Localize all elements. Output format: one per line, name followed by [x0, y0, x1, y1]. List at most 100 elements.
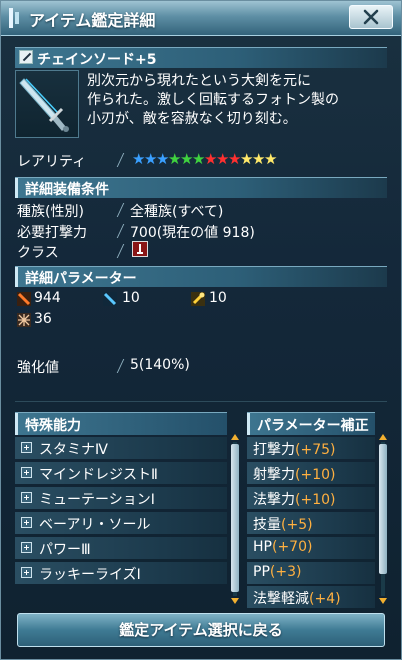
rarity-star-icon: ★: [168, 150, 182, 168]
sword-category-icon: [19, 50, 33, 64]
ability-label: マインドレジストⅡ: [39, 467, 158, 483]
rarity-star-icon: ★: [252, 150, 266, 168]
scroll-down-arrow-icon[interactable]: [379, 598, 387, 604]
window-title: アイテム鑑定詳細: [29, 11, 156, 30]
scroll-down-arrow-icon[interactable]: [231, 598, 239, 604]
scroll-thumb[interactable]: [231, 444, 239, 592]
param-bonus-item: 法撃軽減(+4): [247, 586, 375, 608]
ability-item[interactable]: ベーアリ・ソール: [15, 512, 227, 534]
ranged-attack-icon: [103, 292, 117, 306]
title-mark-icon: [9, 8, 23, 28]
striking-attack-icon: [17, 292, 31, 306]
requirements-header: 詳細装備条件: [15, 177, 387, 198]
separator-slash: [116, 224, 125, 238]
param-name: 法撃軽減: [253, 591, 309, 607]
special-abilities-panel: 特殊能力 スタミナⅣ マインドレジストⅡ ミューテーションⅠ ベーアリ・ソール …: [15, 412, 241, 606]
rarity-star-icon: ★: [132, 150, 146, 168]
scroll-up-arrow-icon[interactable]: [379, 434, 387, 440]
param-bonus-item: HP(+70): [247, 537, 375, 559]
param-bonus-item: 打撃力(+75): [247, 437, 375, 459]
param-bonus-value: (+4): [309, 591, 341, 607]
title-bar: アイテム鑑定詳細: [1, 1, 401, 36]
scroll-thumb[interactable]: [379, 444, 387, 574]
expand-plus-icon: [21, 567, 32, 578]
technique-attack-icon: [191, 292, 205, 306]
param-bonus-item: 技量(+5): [247, 512, 375, 534]
item-description: 別次元から現れたという大剣を元に 作られた。激しく回転するフォトン製の 小刃が、…: [87, 72, 387, 129]
param-name: 技量: [253, 517, 281, 533]
ability-label: パワーⅢ: [39, 542, 91, 558]
parameter-bonus-panel: パラメーター補正 打撃力(+75) 射撃力(+10) 法撃力(+10) 技量(+…: [247, 412, 387, 608]
param-bonus-item: PP(+3): [247, 562, 375, 584]
description-line: 別次元から現れたという大剣を元に: [87, 73, 311, 89]
ability-item[interactable]: スタミナⅣ: [15, 437, 227, 459]
ability-label: ミューテーションⅠ: [39, 492, 155, 508]
rarity-star-icon: ★: [144, 150, 158, 168]
param-bonus-value: (+70): [271, 539, 313, 555]
param-bonus-value: (+10): [295, 492, 336, 508]
param-bonus-value: (+5): [281, 517, 313, 533]
hunter-class-icon: [132, 241, 148, 257]
close-button[interactable]: [349, 5, 393, 29]
expand-plus-icon: [21, 517, 32, 528]
rarity-star-icon: ★: [264, 150, 278, 168]
race-value: 全種族(すべて): [130, 204, 224, 220]
rarity-star-icon: ★: [180, 150, 194, 168]
ranged-attack-value: 10: [122, 290, 140, 306]
param-name: HP: [253, 539, 272, 555]
item-name-header: チェインソード+5: [15, 47, 387, 68]
divider: [15, 401, 387, 402]
description-line: 作られた。激しく回転するフォトン製の: [87, 92, 339, 108]
expand-plus-icon: [21, 492, 32, 503]
expand-plus-icon: [21, 467, 32, 478]
close-icon: [363, 9, 379, 25]
param-name: PP: [253, 564, 270, 580]
rarity-star-icon: ★: [204, 150, 218, 168]
param-name: 打撃力: [253, 442, 295, 458]
separator-slash: [116, 359, 125, 373]
ability-item[interactable]: ラッキーライズⅠ: [15, 562, 227, 584]
param-bonus-header-label: パラメーター補正: [257, 418, 369, 434]
abilities-header: 特殊能力: [15, 412, 227, 435]
scroll-up-arrow-icon[interactable]: [231, 434, 239, 440]
item-name: チェインソード+5: [37, 52, 157, 68]
rarity-stars: ★ ★ ★ ★ ★ ★ ★ ★ ★ ★ ★ ★: [132, 150, 278, 168]
abilities-header-label: 特殊能力: [25, 418, 81, 434]
rarity-star-icon: ★: [216, 150, 230, 168]
chainsword-icon: [19, 78, 69, 132]
technique-attack-value: 10: [209, 290, 227, 306]
element-value: 36: [34, 311, 52, 327]
class-label: クラス: [17, 245, 59, 261]
rarity-star-icon: ★: [240, 150, 254, 168]
rarity-label: レアリティ: [17, 154, 87, 170]
parameters-header: 詳細パラメーター: [15, 266, 387, 287]
enhancement-value: 5(140%): [130, 357, 190, 373]
param-bonus-header: パラメーター補正: [247, 412, 375, 435]
separator-slash: [116, 244, 125, 258]
expand-plus-icon: [21, 442, 32, 453]
param-bonus-value: (+10): [295, 467, 336, 483]
param-bonus-value: (+75): [295, 442, 336, 458]
param-name: 法撃力: [253, 492, 295, 508]
enhancement-label: 強化値: [17, 360, 59, 376]
ability-item[interactable]: マインドレジストⅡ: [15, 462, 227, 484]
abilities-scrollbar[interactable]: [231, 434, 239, 604]
separator-slash: [116, 153, 125, 167]
rarity-star-icon: ★: [228, 150, 242, 168]
param-bonus-value: (+3): [269, 564, 302, 580]
back-to-item-selection-button[interactable]: 鑑定アイテム選択に戻る: [17, 613, 385, 647]
required-attack-value: 700(現在の値 918): [130, 225, 255, 241]
param-name: 射撃力: [253, 467, 295, 483]
ability-item[interactable]: パワーⅢ: [15, 537, 227, 559]
parameters-header-label: 詳細パラメーター: [25, 271, 137, 287]
ability-label: ラッキーライズⅠ: [39, 567, 141, 583]
ability-label: ベーアリ・ソール: [39, 517, 151, 533]
ability-item[interactable]: ミューテーションⅠ: [15, 487, 227, 509]
param-bonus-item: 射撃力(+10): [247, 462, 375, 484]
striking-attack-value: 944: [34, 290, 61, 306]
rarity-star-icon: ★: [192, 150, 206, 168]
param-bonus-scrollbar[interactable]: [379, 434, 387, 604]
requirements-header-label: 詳細装備条件: [25, 182, 109, 198]
description-line: 小刃が、敵を容赦なく切り刻む。: [87, 111, 297, 127]
rarity-star-icon: ★: [156, 150, 170, 168]
